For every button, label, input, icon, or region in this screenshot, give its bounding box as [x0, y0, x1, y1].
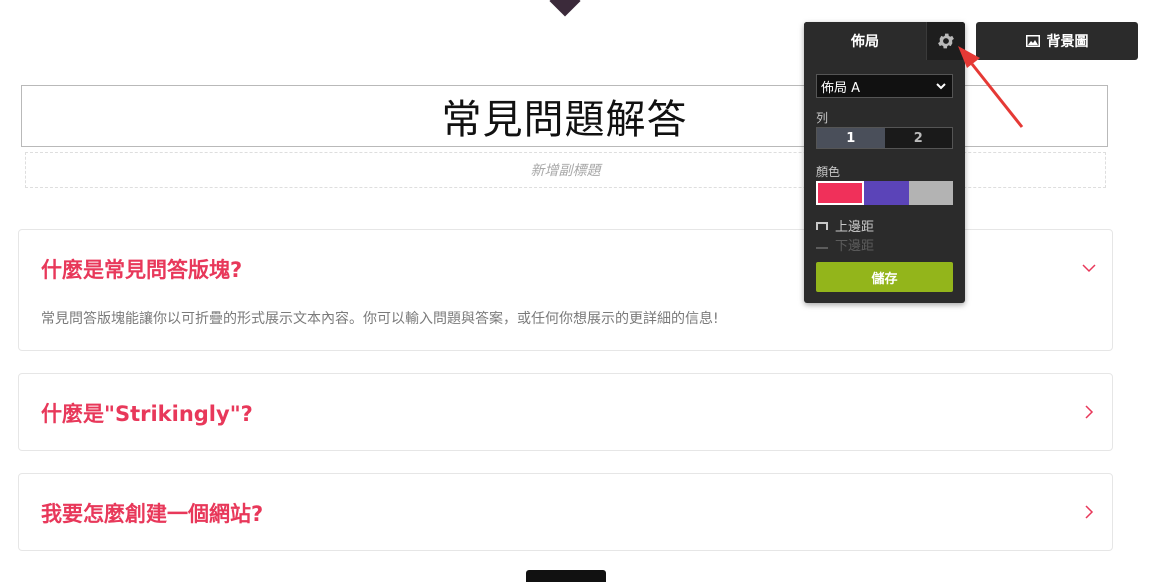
background-image-label: 背景圖	[1046, 34, 1089, 50]
layout-panel: 佈局 佈局 A 列 1 2 顏色 上邊距 下邊距 儲存	[804, 22, 965, 303]
section-handle	[549, 0, 581, 17]
page-title: 常見問題解答	[441, 97, 688, 143]
color-swatches	[816, 181, 953, 205]
subtitle-placeholder: 新增副標題	[530, 163, 601, 179]
chevron-right-icon[interactable]	[1082, 505, 1096, 519]
columns-toggle: 1 2	[816, 127, 953, 149]
top-margin-icon	[816, 221, 828, 230]
tab-layout[interactable]: 佈局	[804, 22, 926, 60]
settings-button[interactable]	[926, 22, 965, 60]
layout-select-value: 佈局 A	[821, 80, 861, 96]
top-margin-toggle[interactable]: 上邊距	[816, 216, 874, 235]
columns-label: 列	[816, 111, 829, 125]
color-label: 顏色	[816, 165, 841, 179]
bottom-margin-icon	[816, 241, 828, 249]
faq-question: 我要怎麼創建一個網站?	[41, 502, 264, 526]
faq-question: 什麼是常見問答版塊?	[41, 258, 243, 282]
bottom-margin-label: 下邊距	[835, 239, 875, 254]
faq-question: 什麼是"Strikingly"?	[41, 402, 253, 426]
columns-option-2[interactable]: 2	[884, 128, 952, 148]
faq-item-2[interactable]: 什麼是"Strikingly"?	[18, 373, 1113, 451]
layout-select[interactable]: 佈局 A	[816, 74, 953, 98]
bottom-margin-toggle[interactable]: 下邊距	[816, 235, 874, 254]
top-margin-label: 上邊距	[835, 220, 875, 235]
faq-answer: 常見問答版塊能讓你以可折疊的形式展示文本內容。你可以輸入問題與答案，或任何你想展…	[41, 311, 719, 327]
chevron-right-icon[interactable]	[1082, 405, 1096, 419]
save-button[interactable]: 儲存	[816, 262, 953, 292]
gear-icon	[938, 33, 954, 49]
image-icon	[1025, 35, 1040, 47]
color-swatch-gray[interactable]	[908, 181, 953, 205]
chevron-down-icon	[936, 83, 946, 90]
chevron-down-icon[interactable]	[1082, 261, 1096, 275]
color-swatch-red[interactable]	[816, 181, 865, 205]
background-image-button[interactable]: 背景圖	[976, 22, 1138, 60]
bottom-section-handle	[526, 570, 606, 582]
color-swatch-purple[interactable]	[864, 181, 909, 205]
columns-option-1[interactable]: 1	[817, 128, 885, 148]
faq-item-3[interactable]: 我要怎麼創建一個網站?	[18, 473, 1113, 551]
